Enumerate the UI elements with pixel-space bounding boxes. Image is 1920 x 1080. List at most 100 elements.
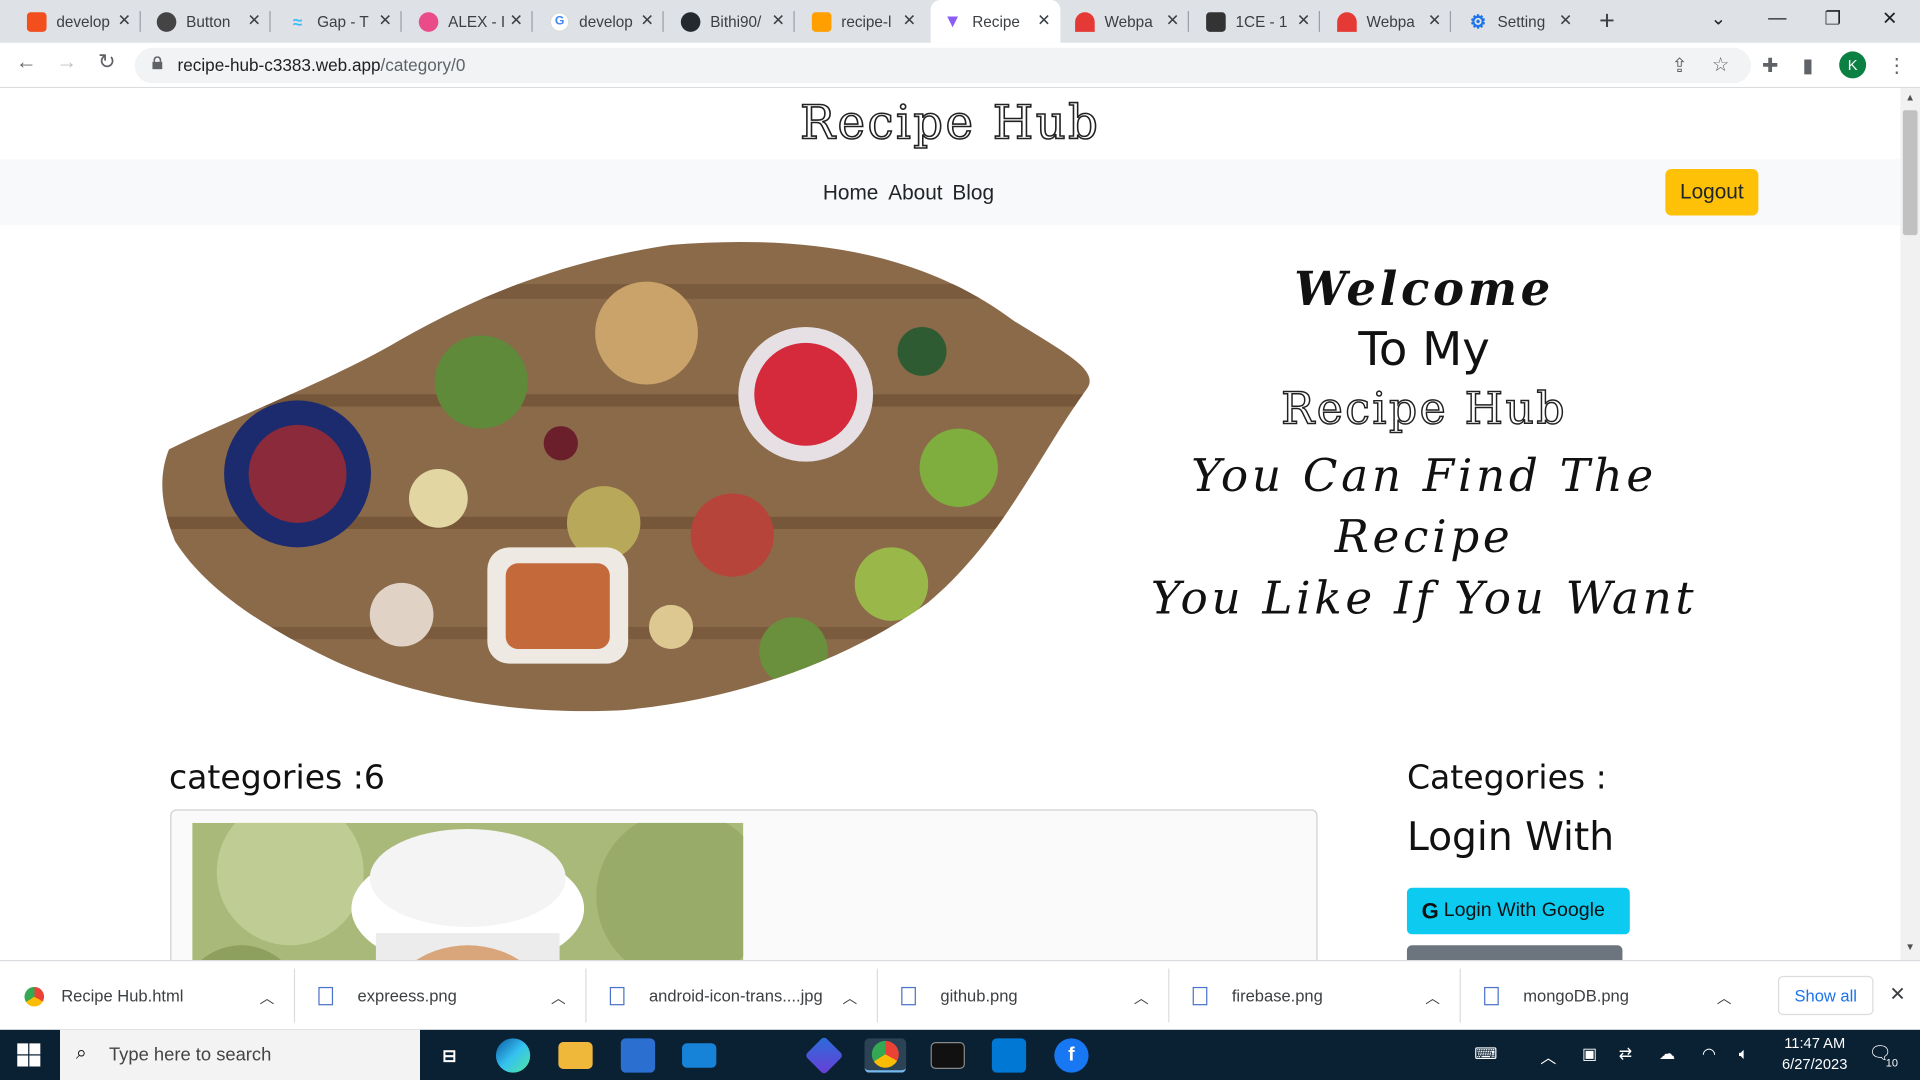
divider — [293, 968, 296, 1023]
chevron-up-icon[interactable]: ︿ — [1134, 987, 1149, 1008]
browser-tab[interactable]: 1CE - 1 ✕ — [1194, 0, 1321, 43]
logout-button[interactable]: Logout — [1665, 168, 1759, 216]
download-item[interactable]: mongoDB.png ︿ — [1484, 961, 1751, 1031]
browser-tab[interactable]: Button ✕ — [144, 0, 271, 43]
hero-welcome-text: Welcome To My Recipe Hub You Can Find Th… — [1102, 260, 1746, 630]
browser-tab[interactable]: Webpa ✕ — [1063, 0, 1189, 43]
close-tab-icon[interactable]: ✕ — [1297, 12, 1310, 29]
tab-title: Setting — [1497, 12, 1546, 31]
tab-separator — [662, 11, 664, 32]
chevron-up-icon[interactable]: ︿ — [260, 987, 275, 1008]
close-tab-icon[interactable]: ✕ — [641, 12, 654, 29]
chevron-up-icon[interactable]: ︿ — [842, 987, 857, 1008]
profile-avatar[interactable]: K — [1839, 51, 1867, 79]
tab-search-icon[interactable]: ⌄ — [1711, 7, 1726, 30]
device-icon[interactable]: ▣ — [1582, 1044, 1597, 1064]
login-with-google-button[interactable]: G Login With Google — [1406, 887, 1630, 935]
nav-link-blog[interactable]: Blog — [952, 181, 994, 205]
nav-link-home[interactable]: Home — [823, 181, 879, 205]
download-item[interactable]: android-icon-trans....jpg ︿ — [609, 961, 878, 1031]
browser-tab-active[interactable]: ▼ Recipe ✕ — [930, 0, 1061, 43]
scroll-up-icon[interactable]: ▲ — [1905, 92, 1915, 103]
scroll-down-icon[interactable]: ▼ — [1905, 942, 1915, 953]
input-icon[interactable]: ⇄ — [1619, 1044, 1632, 1064]
back-icon[interactable]: ← — [16, 50, 37, 74]
recipe-card[interactable] — [170, 809, 1318, 961]
menu-kebab-icon[interactable]: ⋮ — [1887, 54, 1907, 78]
vscode-icon[interactable] — [991, 1038, 1027, 1073]
close-tab-icon[interactable]: ✕ — [510, 12, 523, 29]
tab-title: Webpa — [1366, 12, 1415, 31]
tab-title: develop — [579, 12, 633, 31]
forward-icon[interactable]: → — [56, 50, 77, 74]
download-item[interactable]: Recipe Hub.html ︿ — [24, 961, 296, 1031]
chevron-up-icon[interactable]: ︿ — [1425, 987, 1440, 1008]
image-file-icon — [318, 986, 334, 1006]
close-tab-icon[interactable]: ✕ — [378, 12, 391, 29]
show-hidden-icons-icon[interactable]: ︿ — [1540, 1044, 1556, 1067]
address-bar[interactable]: recipe-hub-c3383.web.app/category/0 ⇪ ☆ — [134, 47, 1752, 84]
browser-tab[interactable]: Webpa ✕ — [1325, 0, 1452, 43]
chrome-taskbar-icon[interactable] — [864, 1038, 907, 1073]
share-icon[interactable]: ⇪ — [1671, 54, 1687, 78]
task-view-icon[interactable]: ⊟ — [432, 1038, 466, 1072]
tab-title: develop — [56, 12, 110, 31]
facebook-icon[interactable]: f — [1054, 1038, 1089, 1073]
close-tab-icon[interactable]: ✕ — [247, 12, 260, 29]
close-shelf-icon[interactable]: ✕ — [1889, 982, 1905, 1006]
browser-tab[interactable]: ≈ Gap - T ✕ — [276, 0, 402, 43]
close-tab-icon[interactable]: ✕ — [903, 12, 916, 29]
file-explorer-icon[interactable] — [558, 1042, 593, 1069]
mail-icon[interactable] — [682, 1043, 717, 1068]
side-panel-icon[interactable]: ▮ — [1802, 54, 1813, 78]
browser-tab[interactable]: Bithi90/ ✕ — [669, 0, 795, 43]
close-tab-icon[interactable]: ✕ — [1428, 12, 1441, 29]
browser-tab[interactable]: recipe-l ✕ — [800, 0, 926, 43]
wifi-icon[interactable]: ◠ — [1702, 1044, 1716, 1064]
volume-icon[interactable]: 🔈︎ — [1739, 1044, 1749, 1064]
categories-count-heading: categories :6 — [168, 759, 385, 798]
close-tab-icon[interactable]: ✕ — [772, 12, 785, 29]
chevron-up-icon[interactable]: ︿ — [1717, 987, 1732, 1008]
search-placeholder: Type here to search — [108, 1044, 272, 1066]
browser-tab[interactable]: ⚙ Setting ✕ — [1456, 0, 1582, 43]
browser-tab[interactable]: ALEX - I ✕ — [407, 0, 533, 43]
close-tab-icon[interactable]: ✕ — [1559, 12, 1572, 29]
copilot-icon[interactable] — [804, 1036, 844, 1075]
browser-tab[interactable]: G develop ✕ — [538, 0, 664, 43]
browser-tab[interactable]: develop ✕ — [15, 0, 141, 43]
google-icon: G — [549, 11, 570, 32]
reload-icon[interactable]: ↻ — [98, 50, 115, 74]
show-all-downloads-button[interactable]: Show all — [1777, 975, 1874, 1016]
minimize-icon[interactable]: — — [1768, 7, 1786, 28]
new-tab-icon[interactable]: + — [1599, 7, 1615, 34]
clock-date: 6/27/2023 — [1781, 1055, 1848, 1073]
microsoft-store-icon[interactable] — [620, 1038, 656, 1073]
chevron-up-icon[interactable]: ︿ — [551, 987, 566, 1008]
close-tab-icon[interactable]: ✕ — [118, 12, 131, 29]
close-tab-icon[interactable]: ✕ — [1037, 12, 1050, 29]
bookmark-star-icon[interactable]: ☆ — [1712, 53, 1730, 77]
secondary-login-button[interactable] — [1406, 945, 1623, 961]
download-item[interactable]: firebase.png ︿ — [1192, 961, 1461, 1031]
edge-icon[interactable] — [495, 1038, 531, 1073]
system-clock[interactable]: 11:47 AM 6/27/2023 — [1773, 1033, 1856, 1075]
taskbar-search-box[interactable]: ⌕ Type here to search — [60, 1029, 421, 1080]
download-item[interactable]: github.png ︿ — [901, 961, 1170, 1031]
restore-icon[interactable]: ❐ — [1824, 7, 1840, 30]
nav-link-about[interactable]: About — [888, 181, 942, 205]
download-item[interactable]: expreess.png ︿ — [318, 961, 587, 1031]
terminal-icon[interactable] — [930, 1042, 965, 1069]
windows-start-icon[interactable] — [17, 1043, 41, 1067]
download-filename: mongoDB.png — [1523, 986, 1629, 1006]
close-window-icon[interactable]: ✕ — [1882, 7, 1897, 30]
keyboard-icon[interactable]: ⌨ — [1474, 1044, 1497, 1064]
close-tab-icon[interactable]: ✕ — [1166, 12, 1179, 29]
page-scrollbar[interactable]: ▲ ▼ — [1900, 88, 1920, 961]
extensions-icon[interactable]: ✚ — [1762, 54, 1778, 78]
tailwind-icon: ≈ — [292, 11, 303, 32]
search-icon: ⌕ — [75, 1043, 87, 1065]
scrollbar-thumb[interactable] — [1902, 110, 1918, 236]
app-avatar-icon — [156, 11, 177, 32]
onedrive-icon[interactable]: ☁ — [1659, 1044, 1675, 1064]
